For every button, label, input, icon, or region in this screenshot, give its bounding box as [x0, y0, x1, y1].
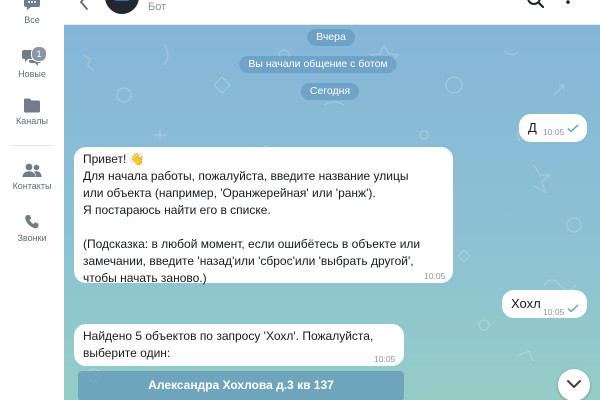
inline-keyboard-button[interactable]: Александра Хохлова д.3 кв 137 — [78, 371, 404, 400]
chat-subtitle: Бот — [148, 1, 167, 13]
sidebar-item-contacts[interactable]: Контакты — [0, 163, 64, 191]
chat-bubble-icon — [24, 0, 40, 10]
date-divider-today: Сегодня — [300, 83, 360, 100]
sidebar-item-new[interactable]: 1 Новые — [0, 46, 64, 79]
sidebar: Все 1 Новые Каналы Контакты Звонки — [0, 0, 65, 400]
search-icon[interactable] — [527, 0, 547, 10]
bot-avatar[interactable] — [105, 0, 139, 14]
sidebar-item-calls[interactable]: Звонки — [0, 214, 64, 243]
message-bubble-incoming[interactable]: Привет! 👋 Для начала работы, пожалуйста,… — [74, 147, 453, 285]
message-bubble-outgoing[interactable]: Хохл 10:05 — [502, 290, 587, 318]
message-text: Д — [528, 120, 537, 135]
chevron-down-icon — [567, 380, 581, 388]
sidebar-divider — [10, 145, 54, 146]
service-message-started: Вы начали общение с ботом — [239, 56, 397, 73]
more-icon[interactable] — [564, 0, 572, 10]
sidebar-item-label: Каналы — [16, 116, 48, 126]
read-check-icon — [567, 304, 579, 313]
message-text: Найдено 5 объектов по запросу 'Хохл'. По… — [83, 329, 374, 360]
sidebar-item-label: Звонки — [17, 233, 47, 243]
scroll-down-button[interactable] — [558, 369, 590, 400]
sidebar-item-label: Контакты — [12, 181, 52, 191]
chat-header: Бот — [64, 0, 600, 25]
unread-badge: 1 — [31, 46, 47, 62]
chat-area[interactable]: Вчера Вы начали общение с ботом Сегодня … — [64, 25, 600, 400]
back-arrow-icon[interactable] — [78, 0, 90, 10]
phone-icon — [25, 215, 39, 229]
date-divider-yesterday: Вчера — [307, 29, 355, 46]
message-text: Привет! 👋 Для начала работы, пожалуйста,… — [83, 152, 421, 285]
message-time: 10:05 — [374, 354, 396, 364]
sidebar-item-channels[interactable]: Каналы — [0, 98, 64, 126]
sidebar-item-label: Все — [24, 15, 40, 25]
message-text: Хохл — [511, 296, 541, 311]
sidebar-item-all[interactable]: Все — [0, 0, 64, 25]
message-bubble-outgoing[interactable]: Д 10:05 — [519, 114, 587, 142]
message-time: 10:05 — [543, 127, 565, 137]
contacts-icon — [22, 163, 42, 177]
message-time: 10:05 — [424, 271, 446, 281]
sidebar-item-label: Новые — [18, 69, 46, 79]
folder-icon — [24, 98, 40, 113]
message-bubble-incoming[interactable]: Найдено 5 объектов по запросу 'Хохл'. По… — [74, 324, 404, 366]
message-time: 10:05 — [543, 307, 565, 317]
read-check-icon — [567, 124, 579, 133]
